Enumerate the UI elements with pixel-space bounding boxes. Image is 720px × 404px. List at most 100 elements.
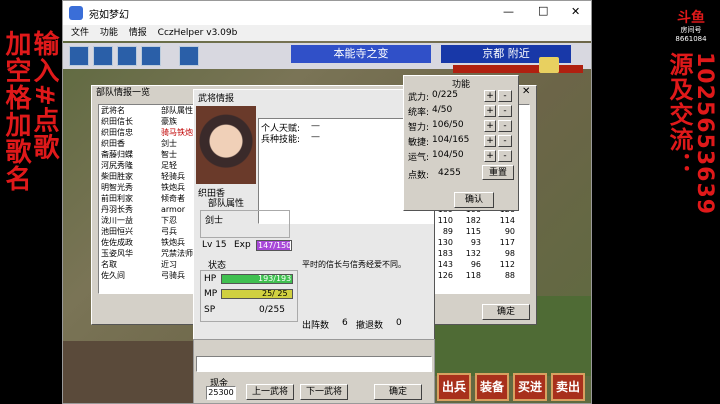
tool-item-icon[interactable]: [117, 46, 137, 66]
cell-name: 斋藤归蝶: [101, 150, 133, 159]
close-button[interactable]: ✕: [571, 5, 580, 18]
cell-morale: 117: [499, 238, 515, 247]
cell-name: 织田香: [101, 139, 125, 148]
troop-skill-label: 兵种技能:: [261, 135, 301, 145]
sorties-value: 6: [342, 318, 348, 328]
troop-skill-value: —: [311, 132, 320, 142]
stat-minus-button[interactable]: -: [498, 105, 512, 117]
cell-c: 93: [470, 238, 481, 247]
prev-general-button[interactable]: 上一武将: [246, 384, 294, 400]
cell-c: 132: [465, 249, 481, 258]
general-info-window: 武将情报 织田香 个人天赋: — 兵种技能: — 部队属性 剑士 Lv 15 E…: [193, 89, 435, 379]
attr-group-title: 部队属性: [208, 199, 245, 209]
col-name[interactable]: 武将名: [99, 105, 159, 116]
stat-label: 敏捷:: [408, 138, 430, 148]
stat-plus-button[interactable]: +: [484, 150, 496, 162]
points-value: 4255: [438, 168, 461, 178]
cell-name: 河尻秀隆: [101, 161, 133, 170]
maximize-button[interactable]: □: [538, 4, 548, 17]
flag-icon: [539, 57, 559, 73]
cell-c: 96: [470, 260, 481, 269]
cell-c: 118: [465, 271, 481, 280]
stat-plus-button[interactable]: +: [484, 120, 496, 132]
hp-bar: 193/193: [221, 274, 293, 284]
attr-group: 剑士: [200, 210, 290, 238]
unit-list-close[interactable]: ✕: [522, 86, 530, 97]
stat-value: 104/50: [432, 150, 464, 160]
next-general-button[interactable]: 下一武将: [300, 384, 348, 400]
menu-intel[interactable]: 情报: [129, 25, 147, 41]
cell-c: 182: [465, 216, 481, 225]
stat-minus-button[interactable]: -: [498, 120, 512, 132]
confirm-button[interactable]: 确认: [454, 192, 494, 208]
cell-name: 丹羽长秀: [101, 205, 133, 214]
condition-box: [196, 356, 432, 372]
general-portrait: [196, 106, 256, 184]
menu-cczhelper[interactable]: CczHelper v3.09b: [158, 25, 238, 41]
exp-value: 147/150: [258, 241, 292, 250]
stat-minus-button[interactable]: -: [498, 150, 512, 162]
location-bar: [453, 65, 583, 73]
retreats-label: 撤退数: [356, 321, 384, 331]
tool-attack-icon[interactable]: [93, 46, 113, 66]
stat-plus-button[interactable]: +: [484, 90, 496, 102]
cell-name: 玉姿风华: [101, 249, 133, 258]
hp-value: 193/193: [258, 274, 292, 283]
stat-minus-button[interactable]: -: [498, 90, 512, 102]
cell-name: 前田利家: [101, 194, 133, 203]
menu-function[interactable]: 功能: [100, 25, 118, 41]
function-panel: 功能 武力: 0/225 + - 统率: 4/50 + - 智力: 106/50 + - 敏捷: 104/…: [403, 75, 519, 211]
app-window: 宛如梦幻 — □ ✕ 文件 功能 情报 CczHelper v3.09b 本能寺…: [62, 0, 592, 404]
stat-minus-button[interactable]: -: [498, 135, 512, 147]
unit-type: 剑士: [205, 216, 224, 226]
cell-name: 织田信长: [101, 117, 133, 126]
cell-morale: 90: [504, 227, 515, 236]
personal-skill-value: —: [311, 121, 320, 131]
sorties-label: 出阵数: [302, 321, 330, 331]
deploy-button[interactable]: 出兵: [437, 373, 471, 401]
reset-button[interactable]: 重置: [482, 165, 514, 180]
stat-plus-button[interactable]: +: [484, 105, 496, 117]
logo-text: 斗鱼: [677, 10, 705, 26]
temple-banner: 本能寺之变: [291, 45, 431, 63]
stat-plus-button[interactable]: +: [484, 135, 496, 147]
stat-label: 运气:: [408, 153, 430, 163]
window-title: 宛如梦幻: [89, 10, 129, 21]
stat-value: 0/225: [432, 90, 458, 100]
tool-move-icon[interactable]: [69, 46, 89, 66]
unit-list-ok-button[interactable]: 确定: [482, 304, 530, 320]
sp-label: SP: [204, 305, 216, 315]
overlay-right-col2: 1025653639: [692, 52, 717, 216]
menu-file[interactable]: 文件: [71, 25, 89, 41]
minimize-button[interactable]: —: [503, 5, 514, 18]
cell-name: 泷川一益: [101, 216, 133, 225]
retreats-value: 0: [396, 318, 402, 328]
equip-button[interactable]: 装备: [475, 373, 509, 401]
money-value: 25300: [206, 386, 236, 400]
left-overlay-banner: 输入#点歌 加空格加歌名: [0, 0, 62, 404]
logo-sub: 房间号: [680, 26, 702, 34]
sp-value: 0/255: [259, 305, 285, 315]
cell-morale: 114: [499, 216, 515, 225]
overlay-left-col2: 加空格加歌名: [1, 30, 31, 192]
tool-info-icon[interactable]: [179, 46, 199, 66]
room-id: 8661084: [675, 35, 707, 43]
cell-name: 佐佐成政: [101, 238, 133, 247]
buy-button[interactable]: 买进: [513, 373, 547, 401]
app-icon: [69, 6, 83, 20]
sell-button[interactable]: 卖出: [551, 373, 585, 401]
cell-morale: 88: [504, 271, 515, 280]
overlay-left-col1: 输入#点歌: [29, 30, 59, 161]
stat-value: 4/50: [432, 105, 453, 115]
map-ground: [63, 341, 203, 403]
stat-label: 智力:: [408, 123, 430, 133]
general-ok-button[interactable]: 确定: [374, 384, 422, 400]
general-description: 平时的信长与信秀经爱不同。: [302, 260, 406, 269]
mp-label: MP: [204, 289, 218, 299]
cell-name: 明智光秀: [101, 183, 133, 192]
mp-bar: 25/ 25: [221, 289, 293, 299]
tool-settings-icon[interactable]: [141, 46, 161, 66]
cell-c: 115: [465, 227, 481, 236]
douyu-logo: 斗鱼 房间号 8661084: [668, 10, 714, 44]
general-info-footer: 现金 25300 上一武将 下一武将 确定: [193, 339, 435, 403]
